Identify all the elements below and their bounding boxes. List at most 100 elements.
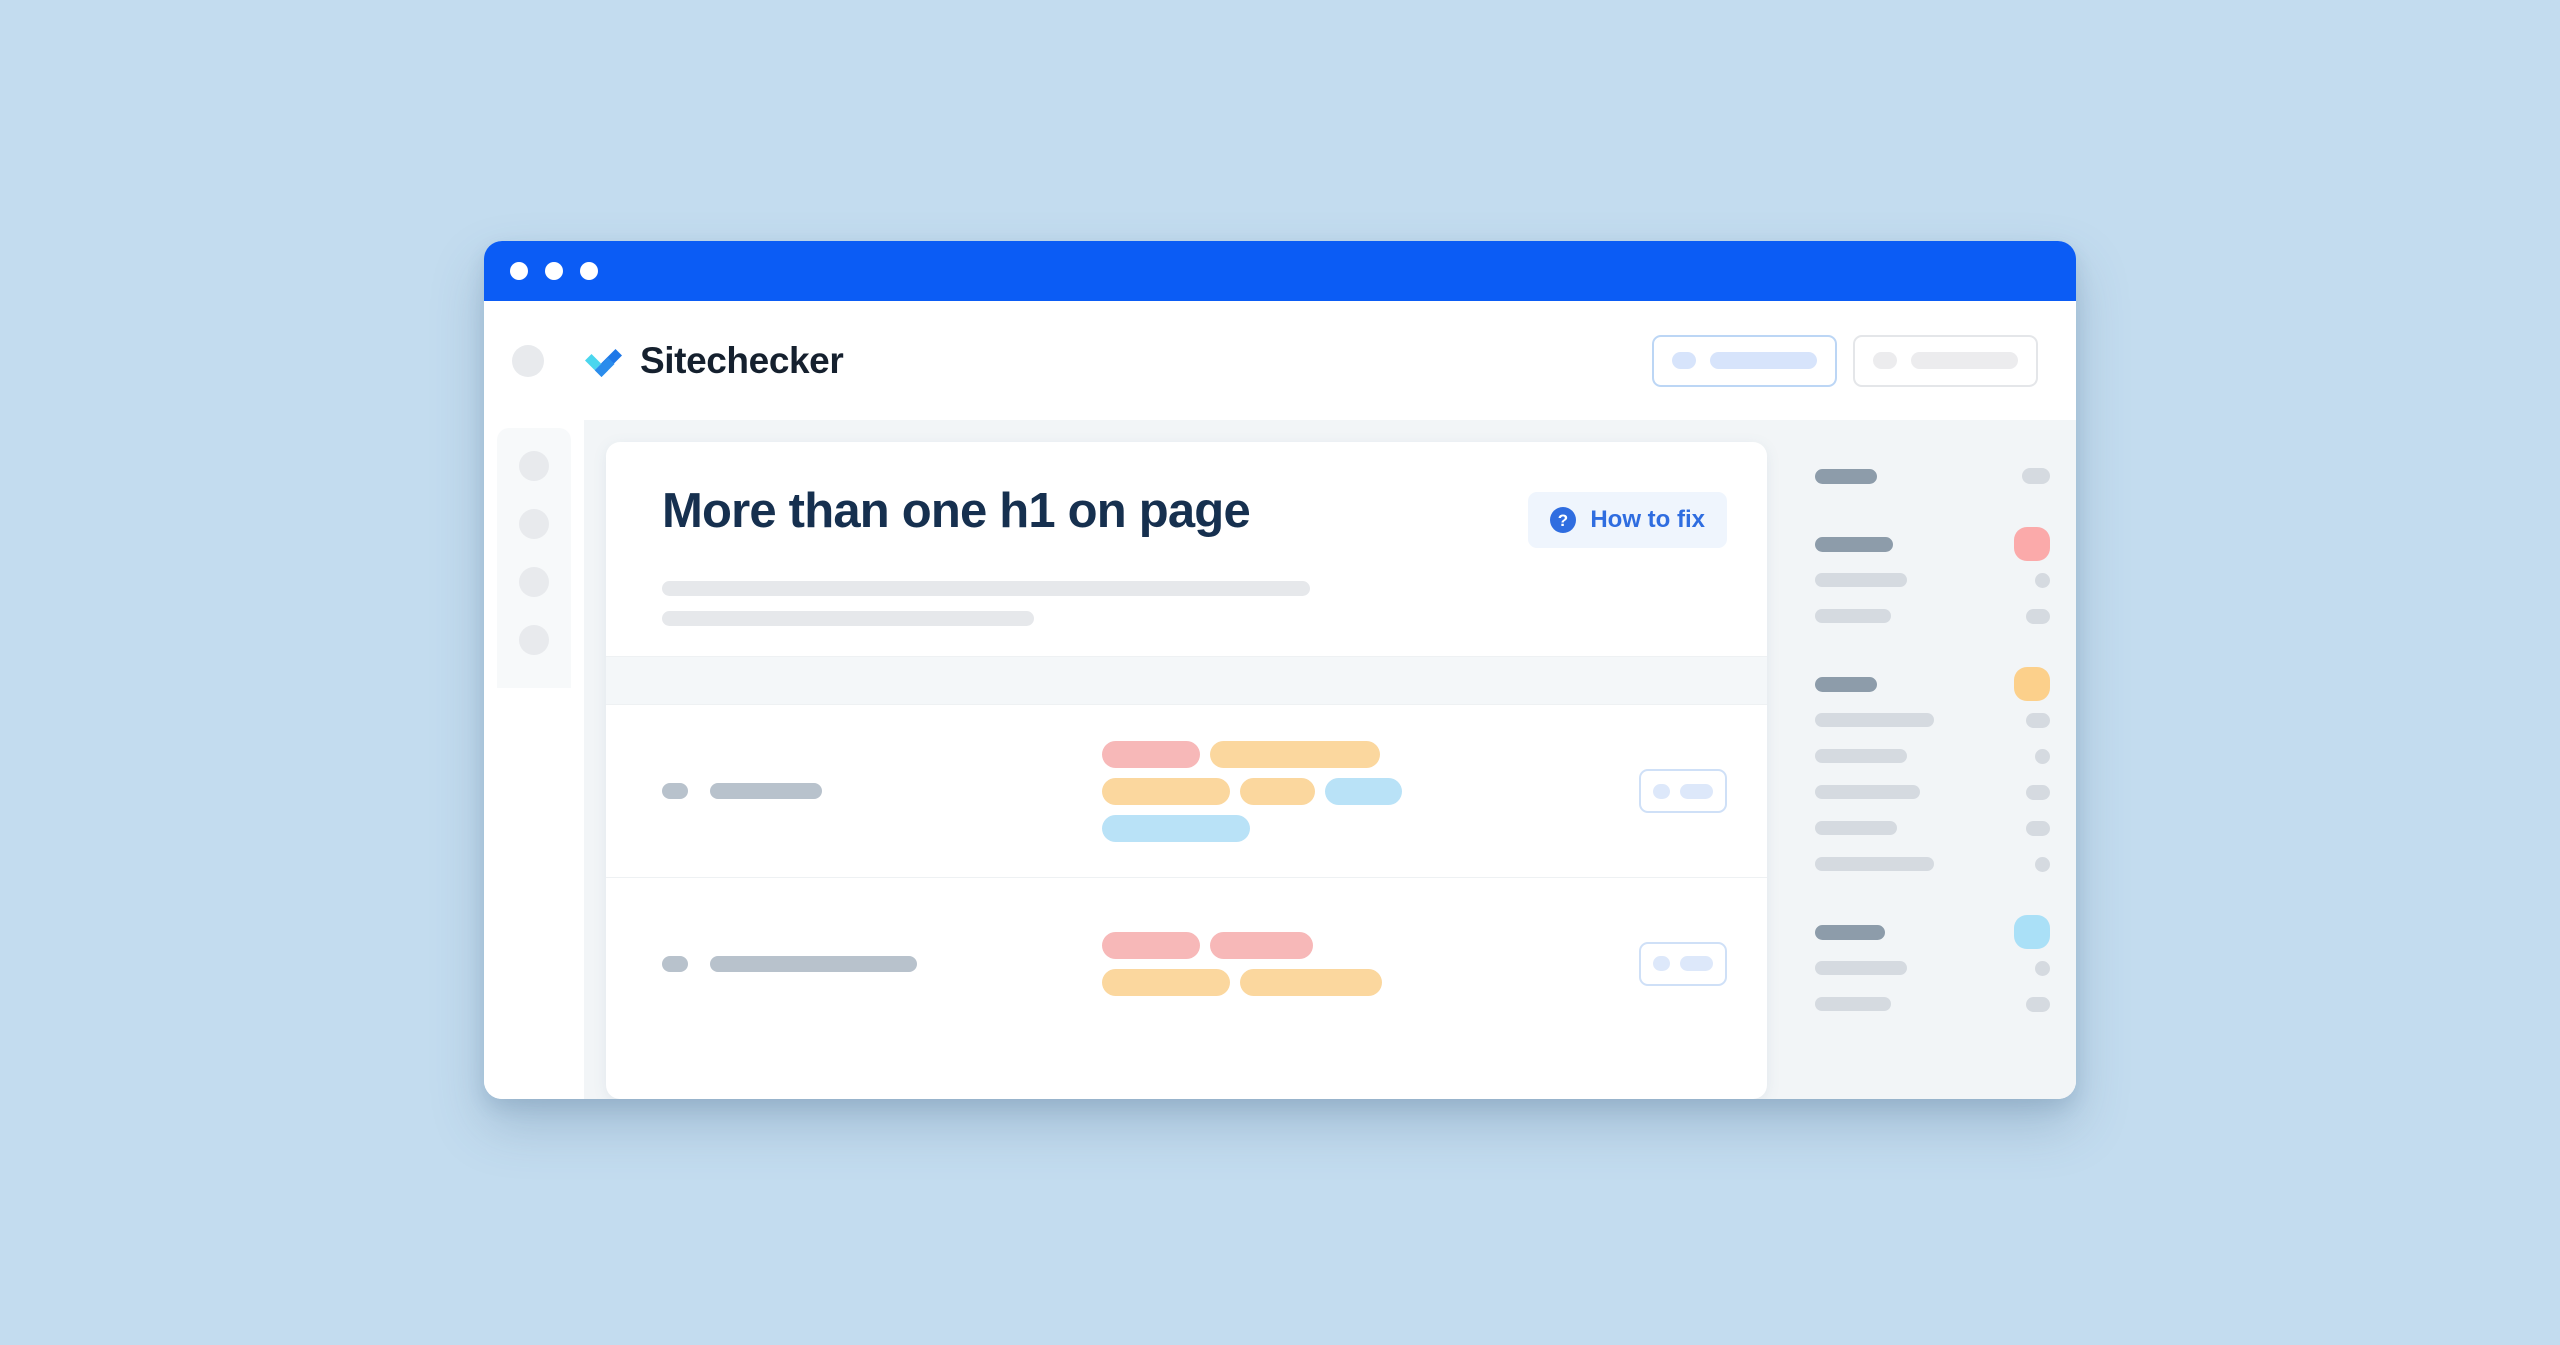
chip-line — [1102, 931, 1609, 959]
right-panel-head-label — [1815, 676, 1877, 692]
chip-line — [1102, 968, 1609, 996]
right-panel-badge — [2035, 748, 2050, 764]
right-panel-row[interactable] — [1815, 950, 2050, 986]
right-panel-badge — [2022, 468, 2050, 484]
right-panel-row[interactable] — [1815, 774, 2050, 810]
app-body: More than one h1 on page ? How to fix — [484, 420, 2076, 1099]
row-action-button[interactable] — [1639, 941, 1727, 986]
sidebar-item-4[interactable] — [519, 625, 549, 655]
row-action-button[interactable] — [1639, 769, 1727, 813]
right-panel-row[interactable] — [1815, 846, 2050, 882]
right-panel-badge — [2026, 608, 2050, 624]
chip-orange — [1240, 777, 1315, 805]
chip-blue — [1325, 777, 1402, 805]
brand-name: Sitechecker — [640, 339, 844, 381]
right-panel-row[interactable] — [1815, 526, 2050, 562]
table-row-label — [662, 783, 1102, 799]
row-action-icon — [1653, 783, 1670, 799]
table-header-strip — [606, 656, 1767, 705]
chip-orange — [1102, 968, 1230, 996]
chip-orange — [1210, 740, 1380, 768]
how-to-fix-label: How to fix — [1590, 506, 1705, 533]
issue-description-placeholder — [662, 581, 1727, 626]
chip-line — [1102, 814, 1609, 842]
brand[interactable]: Sitechecker — [582, 339, 844, 382]
window-maximize-dot[interactable] — [580, 262, 598, 280]
right-panel-gap — [1815, 504, 2050, 526]
chip-blue — [1102, 814, 1250, 842]
sidebar-rail — [497, 428, 571, 688]
header-actions — [1652, 334, 2038, 387]
right-panel-row[interactable] — [1815, 562, 2050, 598]
chip-pink — [1210, 931, 1313, 959]
how-to-fix-button[interactable]: ? How to fix — [1528, 492, 1727, 548]
header-button-secondary-icon — [1873, 352, 1897, 369]
right-panel-sub-label — [1815, 713, 1934, 727]
issue-table — [606, 705, 1767, 1049]
svg-text:?: ? — [1558, 511, 1568, 530]
row-title-placeholder — [710, 955, 917, 972]
chip-line — [1102, 740, 1609, 768]
right-panel-row[interactable] — [1815, 702, 2050, 738]
right-panel-group — [1815, 458, 2050, 494]
browser-titlebar — [484, 241, 2076, 301]
right-panel-row[interactable] — [1815, 458, 2050, 494]
right-panel-sub-label — [1815, 609, 1891, 623]
right-panel-row[interactable] — [1815, 914, 2050, 950]
right-panel-sub-label — [1815, 749, 1907, 763]
row-checkbox[interactable] — [662, 783, 688, 799]
right-panel-badge-cyan — [2014, 915, 2050, 949]
row-chips — [1102, 931, 1639, 996]
row-chips — [1102, 740, 1639, 842]
right-panel-group — [1815, 914, 2050, 1022]
row-action-label-placeholder — [1680, 956, 1713, 971]
right-panel-badge-red — [2014, 527, 2050, 561]
window-minimize-dot[interactable] — [545, 262, 563, 280]
chip-pink — [1102, 740, 1200, 768]
right-panel-gap — [1815, 644, 2050, 666]
right-panel-sub-label — [1815, 997, 1891, 1011]
right-panel-badge — [2035, 856, 2050, 872]
right-panel-row[interactable] — [1815, 738, 2050, 774]
row-action-label-placeholder — [1680, 783, 1713, 799]
right-panel-badge — [2026, 996, 2050, 1012]
header-button-primary-icon — [1672, 352, 1696, 369]
chip-orange — [1102, 777, 1230, 805]
header-button-secondary[interactable] — [1853, 334, 2038, 387]
right-panel-sub-label — [1815, 573, 1907, 587]
right-panel-badge — [2026, 712, 2050, 728]
table-row-label — [662, 955, 1102, 972]
row-action-icon — [1653, 956, 1670, 971]
right-panel-gap — [1815, 892, 2050, 914]
right-panel-row[interactable] — [1815, 598, 2050, 634]
right-panel-row[interactable] — [1815, 810, 2050, 846]
page-title: More than one h1 on page — [662, 484, 1251, 538]
chip-orange — [1240, 968, 1382, 996]
question-circle-icon: ? — [1550, 507, 1577, 533]
right-panel-badge-amber — [2014, 667, 2050, 701]
header-button-primary[interactable] — [1652, 334, 1837, 387]
right-panel-sub-label — [1815, 857, 1934, 871]
table-row[interactable] — [606, 705, 1767, 877]
right-panel-head-label — [1815, 924, 1885, 940]
app-header: Sitechecker — [484, 301, 2076, 420]
right-panel-row[interactable] — [1815, 986, 2050, 1022]
window-close-dot[interactable] — [510, 262, 528, 280]
right-panel-sub-label — [1815, 785, 1920, 799]
right-panel — [1789, 420, 2076, 1099]
right-panel-head-label — [1815, 536, 1893, 552]
sidebar-rail-wrapper — [484, 420, 584, 1099]
sidebar-item-1[interactable] — [519, 451, 549, 481]
sidebar-item-3[interactable] — [519, 567, 549, 597]
description-line-1 — [662, 581, 1310, 596]
hamburger-icon[interactable] — [512, 344, 544, 377]
sidebar-item-2[interactable] — [519, 509, 549, 539]
table-row[interactable] — [606, 877, 1767, 1049]
header-button-secondary-label-placeholder — [1911, 352, 2018, 369]
right-panel-row[interactable] — [1815, 666, 2050, 702]
right-panel-badge — [2035, 960, 2050, 976]
issue-card: More than one h1 on page ? How to fix — [606, 442, 1767, 1099]
row-checkbox[interactable] — [662, 955, 688, 972]
header-button-primary-label-placeholder — [1710, 352, 1817, 369]
right-panel-badge — [2026, 820, 2050, 836]
